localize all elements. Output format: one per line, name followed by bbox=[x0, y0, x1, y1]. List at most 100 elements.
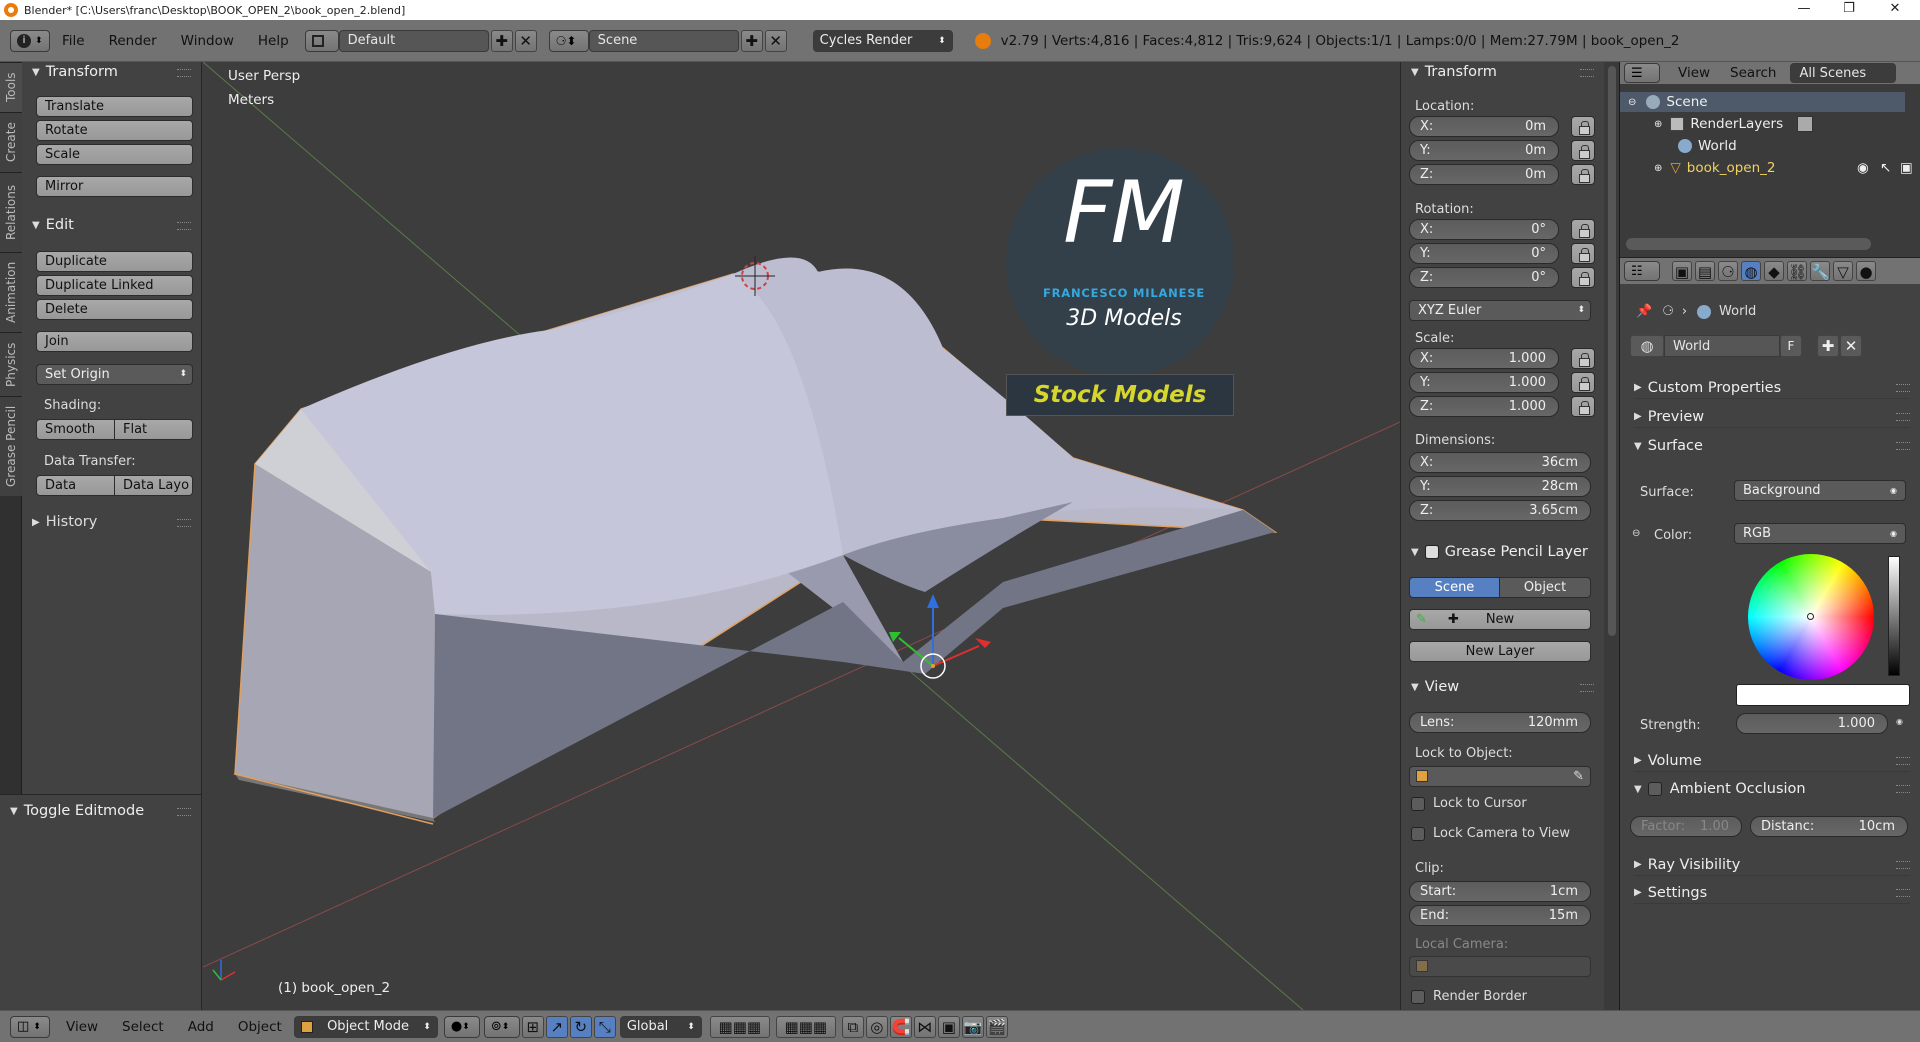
rotation-mode-dropdown[interactable]: XYZ Euler ⬍ bbox=[1409, 300, 1591, 321]
3d-viewport[interactable]: User Persp Meters (1) book_open_2 FM FRA… bbox=[203, 62, 1400, 1010]
lock-layers-icon[interactable]: ⧉ bbox=[841, 1015, 864, 1038]
clip-end-field[interactable]: End: 15m bbox=[1409, 905, 1591, 926]
panel-grip-icon[interactable] bbox=[1896, 757, 1910, 765]
lock-object-field[interactable]: ✎ bbox=[1409, 766, 1591, 787]
color-value-slider[interactable] bbox=[1888, 556, 1900, 676]
settings-section[interactable]: ▶ Settings bbox=[1634, 882, 1910, 904]
scale-z-field[interactable]: Z: 1.000 bbox=[1409, 396, 1559, 417]
remove-screen-icon[interactable]: ✕ bbox=[514, 29, 537, 52]
snap-toggle-icon[interactable]: 🧲 bbox=[889, 1015, 912, 1038]
outliner-search-menu[interactable]: Search bbox=[1730, 65, 1776, 81]
tab-tools[interactable]: Tools bbox=[0, 62, 22, 112]
custom-properties-section[interactable]: ▶ Custom Properties bbox=[1634, 377, 1910, 399]
ao-distance-field[interactable]: Distanc: 10cm bbox=[1750, 816, 1908, 837]
rotate-manipulator-icon[interactable]: ↻ bbox=[569, 1015, 592, 1038]
lock-icon[interactable] bbox=[1571, 116, 1595, 137]
panel-grip-icon[interactable] bbox=[1580, 684, 1594, 692]
volume-section[interactable]: ▶ Volume bbox=[1634, 750, 1910, 772]
local-camera-field[interactable] bbox=[1409, 956, 1591, 977]
collapse-icon[interactable]: ⊖ bbox=[1632, 528, 1640, 539]
strength-field[interactable]: 1.000 bbox=[1736, 713, 1888, 734]
material-tab-icon[interactable]: ● bbox=[1856, 261, 1876, 281]
lock-icon[interactable] bbox=[1571, 219, 1595, 240]
lock-icon[interactable] bbox=[1571, 267, 1595, 288]
cursor-select-icon[interactable]: ↖ bbox=[1880, 160, 1891, 176]
color-wheel[interactable] bbox=[1748, 554, 1874, 680]
outliner-view-menu[interactable]: View bbox=[1678, 65, 1710, 81]
data-transfer-button[interactable]: Data bbox=[36, 475, 115, 496]
camera-render-icon[interactable]: ▣ bbox=[1900, 160, 1913, 176]
scale-x-field[interactable]: X: 1.000 bbox=[1409, 348, 1559, 369]
world-datablock[interactable]: ◍ World F bbox=[1630, 335, 1815, 357]
panel-grip-icon[interactable] bbox=[1896, 889, 1910, 897]
node-socket-icon[interactable]: ◉ bbox=[1896, 717, 1903, 726]
data-tab-icon[interactable]: ▽ bbox=[1833, 261, 1853, 281]
world-tab-icon[interactable]: ◍ bbox=[1741, 261, 1761, 281]
rotation-x-field[interactable]: X: 0° bbox=[1409, 219, 1559, 240]
add-scene-icon[interactable]: ✚ bbox=[740, 29, 763, 52]
duplicate-button[interactable]: Duplicate bbox=[36, 251, 193, 272]
scrollbar-thumb[interactable] bbox=[1608, 66, 1616, 636]
lock-camera-checkbox[interactable] bbox=[1411, 827, 1425, 841]
unlink-world-icon[interactable]: ✕ bbox=[1840, 335, 1862, 357]
mirror-button[interactable]: Mirror bbox=[36, 176, 193, 197]
eye-icon[interactable]: ◉ bbox=[1857, 160, 1869, 176]
render-border-checkbox[interactable] bbox=[1411, 990, 1425, 1004]
view-panel-header[interactable]: ▼ View bbox=[1411, 677, 1459, 697]
tab-grease-pencil[interactable]: Grease Pencil bbox=[0, 396, 22, 496]
n-transform-header[interactable]: ▼ Transform bbox=[1411, 62, 1497, 82]
modifiers-tab-icon[interactable]: 🔧 bbox=[1810, 261, 1830, 281]
opengl-render-icon[interactable]: 📷 bbox=[961, 1015, 984, 1038]
data-layout-button[interactable]: Data Layo bbox=[114, 475, 193, 496]
surface-dropdown[interactable]: Background ◉ bbox=[1734, 480, 1906, 501]
layers-grid-2[interactable]: ▦▦▦ bbox=[775, 1015, 836, 1038]
menu-file[interactable]: File bbox=[62, 33, 85, 49]
lock-to-cursor-checkbox[interactable] bbox=[1411, 797, 1425, 811]
lock-icon[interactable] bbox=[1571, 140, 1595, 161]
outliner-editor-type-button[interactable]: ☰ bbox=[1624, 63, 1660, 83]
edit-panel-header[interactable]: ▼ Edit bbox=[32, 215, 74, 235]
gp-scene-button[interactable]: Scene bbox=[1409, 577, 1500, 598]
render-tab-icon[interactable]: ▣ bbox=[1672, 261, 1692, 281]
snap-element-icon[interactable]: ⋈ bbox=[913, 1015, 936, 1038]
footer-menu-view[interactable]: View bbox=[66, 1019, 98, 1035]
grease-pencil-header[interactable]: ▼ Grease Pencil Layer bbox=[1411, 542, 1588, 562]
render-engine-select[interactable]: Cycles Render ⬍ bbox=[812, 29, 953, 52]
gp-object-button[interactable]: Object bbox=[1499, 577, 1591, 598]
footer-menu-select[interactable]: Select bbox=[122, 1019, 164, 1035]
dimensions-z-field[interactable]: Z: 3.65cm bbox=[1409, 500, 1591, 521]
screen-layout-field[interactable]: Default bbox=[338, 29, 489, 52]
rotation-y-field[interactable]: Y: 0° bbox=[1409, 243, 1559, 264]
gp-new-layer-button[interactable]: New Layer bbox=[1409, 641, 1591, 662]
set-origin-dropdown[interactable]: Set Origin ⬍ bbox=[36, 364, 193, 385]
maximize-button[interactable]: ❐ bbox=[1828, 0, 1870, 20]
location-z-field[interactable]: Z: 0m bbox=[1409, 164, 1559, 185]
lock-icon[interactable] bbox=[1571, 372, 1595, 393]
gp-checkbox[interactable] bbox=[1424, 545, 1439, 559]
n-panel-scrollbar[interactable] bbox=[1604, 62, 1620, 1010]
expand-icon[interactable]: ⊕ bbox=[1654, 163, 1662, 174]
footer-menu-object[interactable]: Object bbox=[238, 1019, 282, 1035]
pin-icon[interactable]: 📌 bbox=[1636, 304, 1652, 319]
color-swatch[interactable] bbox=[1736, 684, 1910, 706]
color-picker-handle[interactable] bbox=[1807, 613, 1814, 620]
scale-button[interactable]: Scale bbox=[36, 144, 193, 165]
close-button[interactable]: ✕ bbox=[1874, 0, 1916, 20]
outliner-row-world[interactable]: World bbox=[1620, 136, 1905, 156]
ray-visibility-section[interactable]: ▶ Ray Visibility bbox=[1634, 854, 1910, 876]
transform-orientation-select[interactable]: Global ⬍ bbox=[619, 1015, 702, 1038]
clip-start-field[interactable]: Start: 1cm bbox=[1409, 881, 1591, 902]
panel-grip-icon[interactable] bbox=[1896, 861, 1910, 869]
panel-grip-icon[interactable] bbox=[177, 519, 191, 527]
history-panel-header[interactable]: ▶ History bbox=[32, 512, 97, 532]
rotate-button[interactable]: Rotate bbox=[36, 120, 193, 141]
panel-grip-icon[interactable] bbox=[177, 808, 191, 816]
scene-browse-button[interactable]: ⚆⬍ bbox=[548, 29, 589, 52]
menu-help[interactable]: Help bbox=[258, 33, 289, 49]
renderlayers-tab-icon[interactable]: ▤ bbox=[1695, 261, 1715, 281]
constraints-tab-icon[interactable]: ⛓ bbox=[1787, 261, 1807, 281]
menu-render[interactable]: Render bbox=[109, 33, 157, 49]
footer-menu-add[interactable]: Add bbox=[188, 1019, 214, 1035]
gp-new-button[interactable]: ✎ ✚ New bbox=[1409, 609, 1591, 630]
tab-physics[interactable]: Physics bbox=[0, 332, 22, 396]
